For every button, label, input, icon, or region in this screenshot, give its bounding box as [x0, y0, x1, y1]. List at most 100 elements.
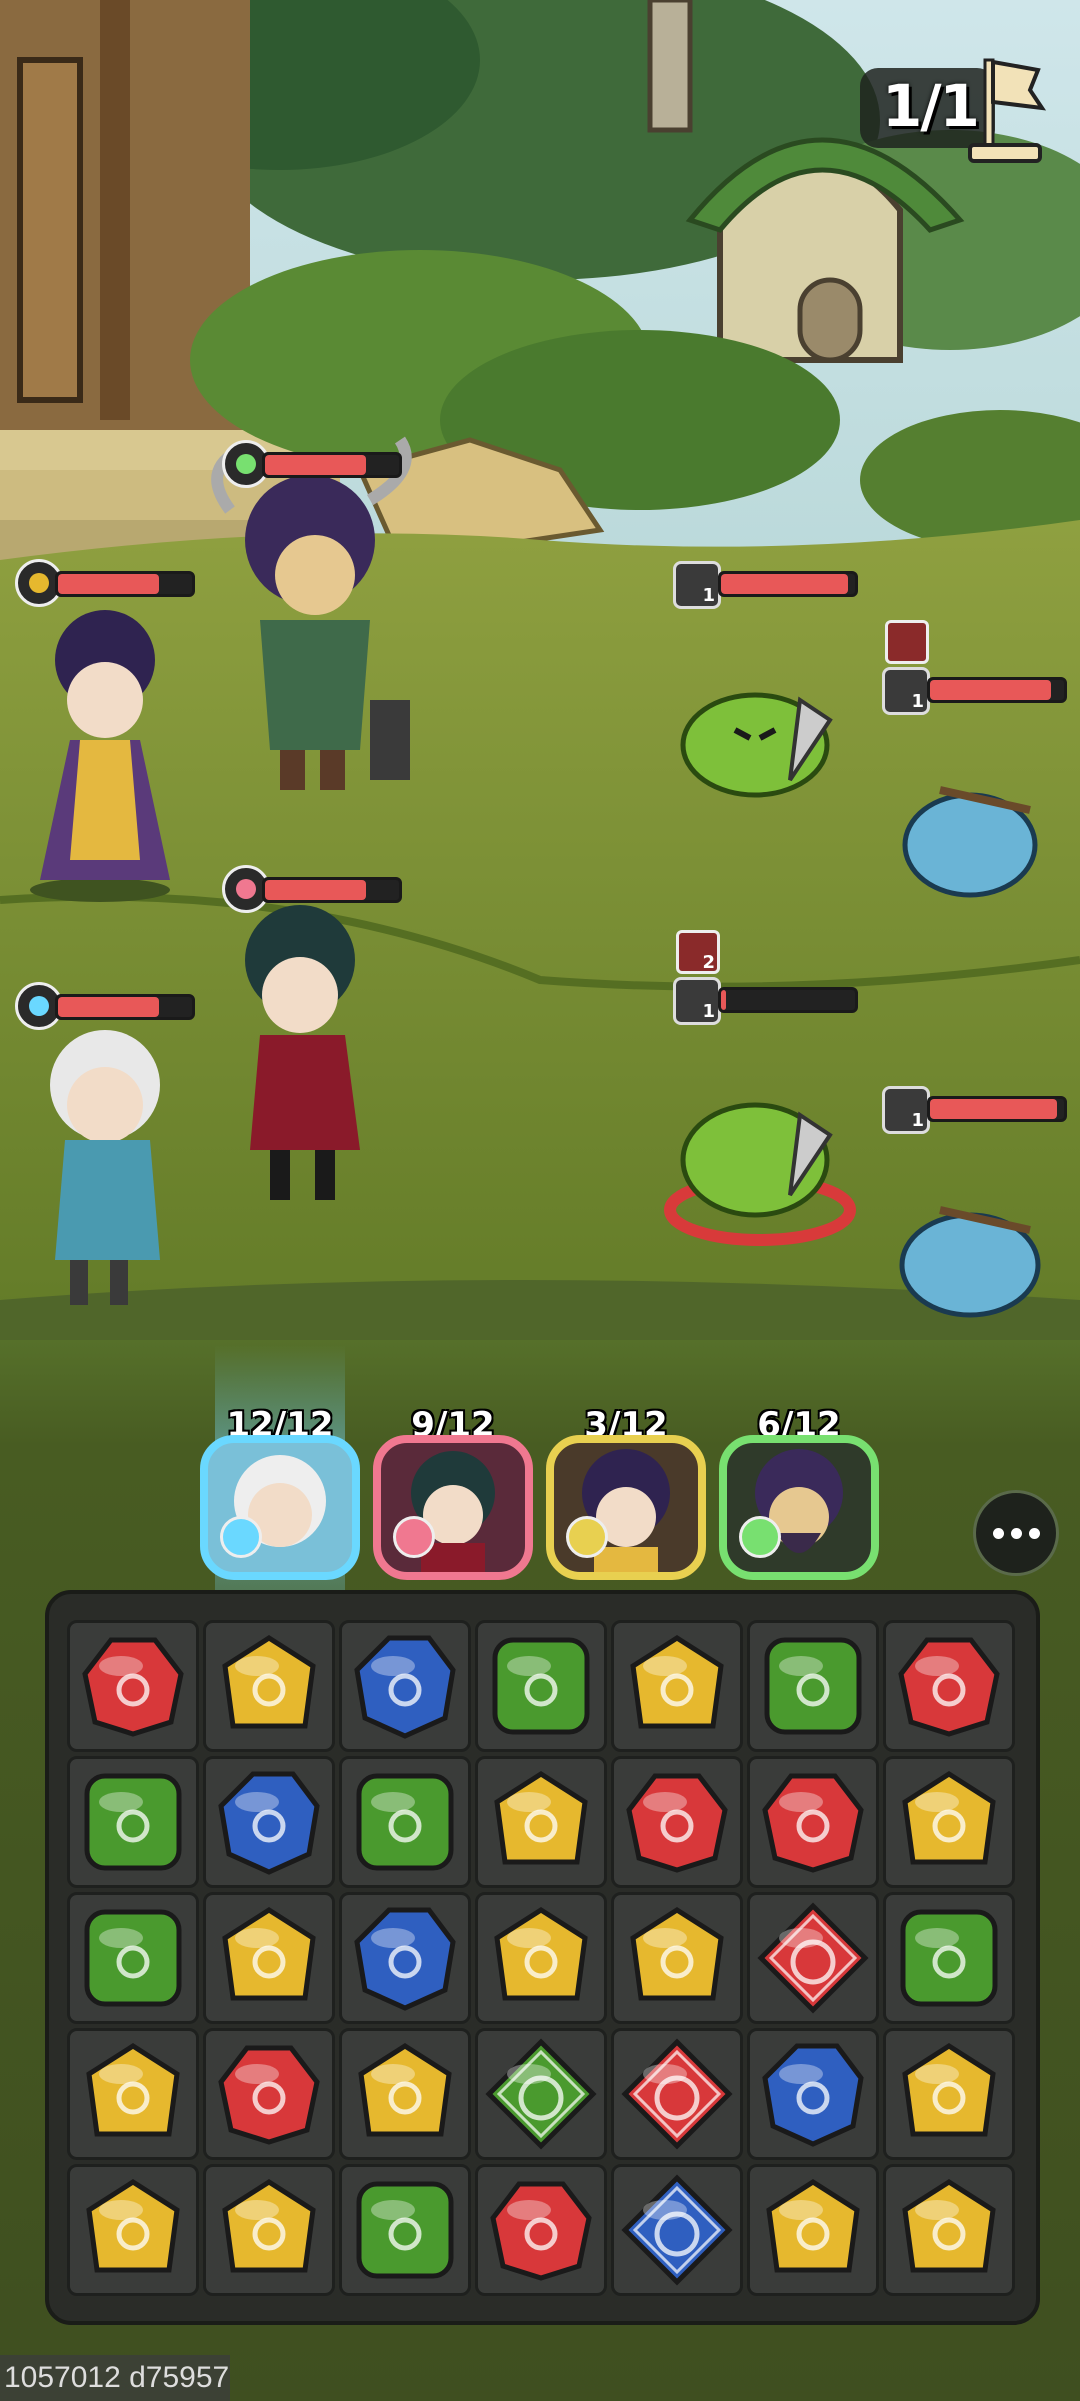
earth-gem-icon: [222, 1907, 316, 2001]
wind-gem-icon: [356, 2181, 454, 2279]
board-cell[interactable]: [339, 2164, 471, 2296]
board-cell[interactable]: [475, 2028, 607, 2160]
trophy-flag-icon: [968, 58, 1047, 163]
water-gem-icon: [218, 1771, 320, 1875]
wind-gem-icon: [900, 1909, 998, 2007]
board-cell[interactable]: [883, 1620, 1015, 1752]
board-cell[interactable]: [611, 1620, 743, 1752]
more-options-button[interactable]: [973, 1490, 1059, 1576]
earth-gem-icon: [630, 1635, 724, 1729]
board-cell[interactable]: [67, 1892, 199, 2024]
water-gem-icon: [354, 1635, 456, 1739]
fire-gem-icon: [82, 1637, 184, 1737]
enemy-hud-green-slime-targeted: 1: [673, 977, 858, 1025]
board-cell[interactable]: [747, 1620, 879, 1752]
team-portrait-swordsman[interactable]: 9/12: [373, 1405, 533, 1580]
board-cell[interactable]: [883, 1892, 1015, 2024]
hp-bar: [262, 877, 402, 903]
board-cell[interactable]: [203, 1756, 335, 1888]
wave-counter: 1/1: [860, 50, 1050, 163]
enemy-hud-blue-slime-top: 1: [882, 667, 1067, 715]
water-gem-icon: [762, 2043, 864, 2147]
enemy-green-slime-top: [680, 692, 833, 798]
earth-gem-icon: [766, 2179, 860, 2273]
earth-gem-icon: [494, 1907, 588, 2001]
board-cell[interactable]: [611, 1756, 743, 1888]
water-special-gem-icon: [621, 2174, 733, 2286]
board-cell[interactable]: [883, 2028, 1015, 2160]
board-cell[interactable]: [883, 1756, 1015, 1888]
hero-hud-archer-girl: [15, 559, 195, 607]
earth-gem-icon: [494, 1771, 588, 1865]
fire-gem-icon: [626, 1773, 728, 1873]
portrait-frame: [546, 1435, 706, 1580]
hp-bar: [718, 987, 858, 1013]
team-portrait-alchemist[interactable]: 12/12: [200, 1405, 360, 1580]
board-cell[interactable]: [475, 1892, 607, 2024]
board-cell[interactable]: [67, 2028, 199, 2160]
board-cell[interactable]: [475, 1756, 607, 1888]
earth-element-icon: [566, 1516, 608, 1558]
wind-gem-icon: [84, 1773, 182, 1871]
board-cell[interactable]: [883, 2164, 1015, 2296]
board-cell[interactable]: [67, 1620, 199, 1752]
watermark-text: 1057012 d75957: [0, 2355, 230, 2401]
board-cell[interactable]: [475, 2164, 607, 2296]
earth-gem-icon: [902, 2043, 996, 2137]
hp-bar: [55, 571, 195, 597]
portrait-frame: [200, 1435, 360, 1580]
board-cell[interactable]: [339, 2028, 471, 2160]
board-cell[interactable]: [611, 2028, 743, 2160]
earth-gem-icon: [222, 1635, 316, 1729]
board-cell[interactable]: [203, 1892, 335, 2024]
board-cell[interactable]: [339, 1620, 471, 1752]
board-cell[interactable]: [747, 1756, 879, 1888]
board-cell[interactable]: [747, 2028, 879, 2160]
wind-special-gem-icon: [485, 2038, 597, 2150]
board-cell[interactable]: [67, 2164, 199, 2296]
team-portrait-archer-girl[interactable]: 3/12: [546, 1405, 706, 1580]
earth-gem-icon: [358, 2043, 452, 2137]
hp-bar: [927, 677, 1067, 703]
hp-bar: [718, 571, 858, 597]
fire-special-gem-icon: [757, 1902, 869, 2014]
team-portrait-horned-warrior[interactable]: 6/12: [719, 1405, 879, 1580]
board-cell[interactable]: [475, 1620, 607, 1752]
earth-gem-icon: [86, 2043, 180, 2137]
debuff-icon: [885, 620, 929, 664]
enemy-class-icon: 1: [882, 1086, 930, 1134]
wind-gem-icon: [764, 1637, 862, 1735]
hp-bar: [262, 452, 402, 478]
hp-bar: [927, 1096, 1067, 1122]
enemy-class-icon: 1: [673, 561, 721, 609]
board-cell[interactable]: [67, 1756, 199, 1888]
board-cell[interactable]: [203, 2028, 335, 2160]
gem-grid: [67, 1620, 1015, 2296]
wind-gem-icon: [492, 1637, 590, 1735]
board-cell[interactable]: [339, 1892, 471, 2024]
board-cell[interactable]: [747, 1892, 879, 2024]
board-cell[interactable]: [611, 2164, 743, 2296]
enemy-hud-green-slime-top: 1: [673, 561, 858, 609]
enemy-class-icon: 1: [673, 977, 721, 1025]
board-cell[interactable]: [747, 2164, 879, 2296]
debuff-icon: 2: [676, 930, 720, 974]
gem-board: [45, 1590, 1040, 2325]
board-cell[interactable]: [203, 1620, 335, 1752]
earth-gem-icon: [902, 2179, 996, 2273]
earth-gem-icon: [630, 1907, 724, 2001]
fire-gem-icon: [898, 1637, 1000, 1737]
board-cell[interactable]: [339, 1756, 471, 1888]
portrait-frame: [719, 1435, 879, 1580]
enemy-hud-blue-slime-bottom: 1: [882, 1086, 1067, 1134]
board-cell[interactable]: [611, 1892, 743, 2024]
wind-element-icon: [739, 1516, 781, 1558]
hero-hud-alchemist: [15, 982, 195, 1030]
portrait-frame: [373, 1435, 533, 1580]
earth-gem-icon: [902, 1771, 996, 1865]
earth-gem-icon: [86, 2179, 180, 2273]
board-cell[interactable]: [203, 2164, 335, 2296]
fire-element-icon: [393, 1516, 435, 1558]
fire-special-gem-icon: [621, 2038, 733, 2150]
hp-bar: [55, 994, 195, 1020]
